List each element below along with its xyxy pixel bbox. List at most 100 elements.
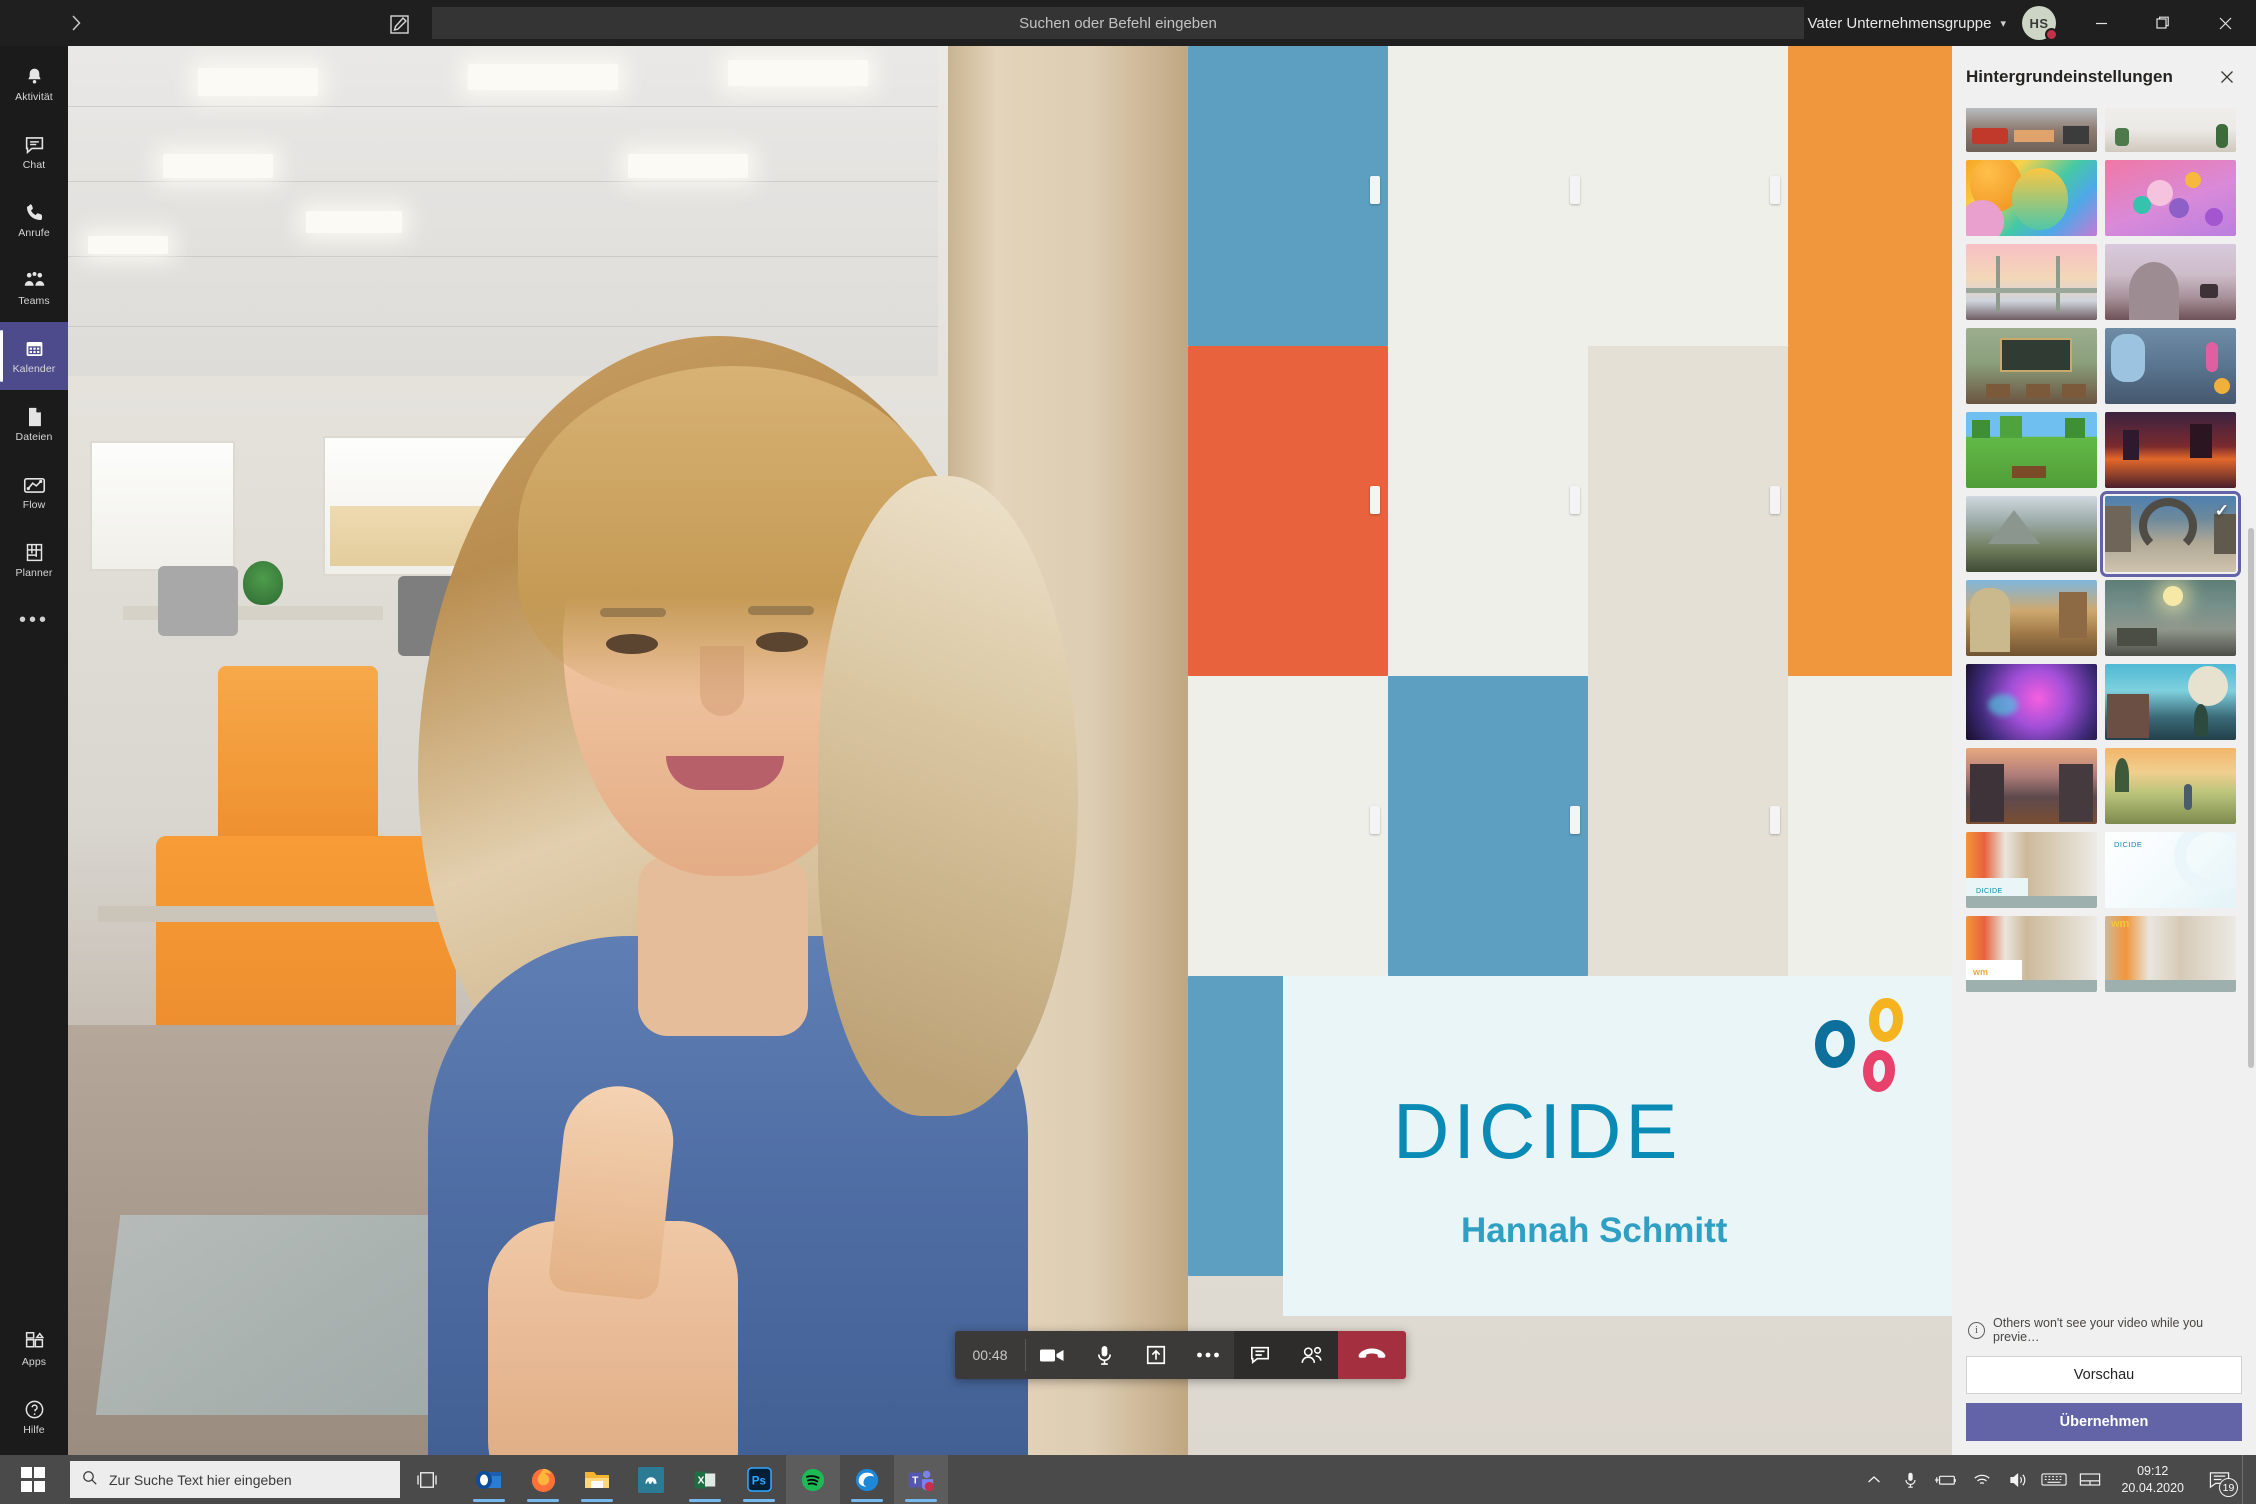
preview-button[interactable]: Vorschau: [1966, 1356, 2242, 1394]
sidebar-item-chat[interactable]: Chat: [0, 118, 68, 186]
show-hidden-icons-icon[interactable]: [1857, 1455, 1891, 1504]
excel-icon[interactable]: X: [678, 1455, 732, 1504]
clock-date: 20.04.2020: [2121, 1480, 2184, 1495]
windows-taskbar: Zur Suche Text hier eingeben X Ps T 09:1…: [0, 1455, 2256, 1504]
tenant-switcher[interactable]: Vater Unternehmensgruppe ▾: [1807, 0, 2006, 46]
thumb-classroom[interactable]: [1966, 328, 2097, 404]
call-controls-secondary: [1234, 1331, 1338, 1379]
show-desktop-button[interactable]: [2242, 1455, 2250, 1504]
action-center-icon[interactable]: 19: [2198, 1455, 2240, 1504]
panel-scrollbar-thumb[interactable]: [2248, 528, 2254, 1068]
taskbar-search-input[interactable]: Zur Suche Text hier eingeben: [70, 1461, 400, 1498]
thumb-office-wm-sign[interactable]: wm: [1966, 916, 2097, 992]
sidebar-item-hilfe[interactable]: Hilfe: [0, 1383, 68, 1451]
thumb-halo-ruins[interactable]: ✓: [2100, 491, 2241, 577]
sidebar-item-dateien[interactable]: Dateien: [0, 390, 68, 458]
task-view-icon[interactable]: [400, 1455, 454, 1504]
thumb-spaceship-interior[interactable]: [2105, 328, 2236, 404]
svg-text:Ps: Ps: [751, 1475, 765, 1487]
sidebar-item-flow[interactable]: Flow: [0, 458, 68, 526]
sidebar-item-kalender[interactable]: Kalender: [0, 322, 68, 390]
thumb-purple-nebula[interactable]: [1966, 664, 2097, 740]
forward-icon[interactable]: [64, 11, 88, 35]
microphone-icon[interactable]: [1078, 1331, 1130, 1379]
call-timer: 00:48: [972, 1347, 1008, 1363]
chat-bubble-icon[interactable]: [1234, 1331, 1286, 1379]
thumb-minecraft-meadow[interactable]: [1966, 412, 2097, 488]
chevron-down-icon: ▾: [2000, 17, 2006, 30]
edge-icon[interactable]: [840, 1455, 894, 1504]
background-thumbnail-grid[interactable]: ✓ DICIDE DICIDE wm wm: [1952, 108, 2256, 1360]
firefox-icon[interactable]: [516, 1455, 570, 1504]
spotify-icon[interactable]: [786, 1455, 840, 1504]
thumb-rainy-street[interactable]: [1966, 748, 2097, 824]
participants-icon[interactable]: [1286, 1331, 1338, 1379]
thumb-moonlit-cliffs[interactable]: [2105, 664, 2236, 740]
sidebar-item-teams[interactable]: Teams: [0, 254, 68, 322]
back-icon[interactable]: chevron-left-icon: [14, 11, 38, 35]
thumb-office-dicide-sign[interactable]: DICIDE: [1966, 832, 2097, 908]
taskbar-search-placeholder: Zur Suche Text hier eingeben: [109, 1471, 292, 1488]
search-icon: [82, 1470, 98, 1489]
windows-start-icon[interactable]: [0, 1455, 66, 1504]
sidebar-item-aktivitaet[interactable]: Aktivität: [0, 50, 68, 118]
wifi-icon[interactable]: [1965, 1455, 1999, 1504]
thumb-mountain-valley[interactable]: [1966, 496, 2097, 572]
thumb-minecraft-nether[interactable]: [2105, 412, 2236, 488]
thumb-office-wm-corner[interactable]: wm: [2105, 916, 2236, 992]
sidebar-more-button[interactable]: •••: [0, 594, 68, 646]
keyboard-icon[interactable]: [2037, 1455, 2071, 1504]
thumb-autumn-vista[interactable]: [2105, 748, 2236, 824]
outlook-icon[interactable]: [462, 1455, 516, 1504]
touchpad-icon[interactable]: [2073, 1455, 2107, 1504]
minimize-button[interactable]: [2070, 0, 2132, 46]
sidebar-item-apps[interactable]: Apps: [0, 1315, 68, 1383]
thumb-office-loft[interactable]: [1966, 108, 2097, 152]
thumb-white-room[interactable]: [2105, 108, 2236, 152]
window-left: [90, 441, 235, 571]
apply-button[interactable]: Übernehmen: [1966, 1403, 2242, 1441]
preview-note-text: Others won't see your video while you pr…: [1993, 1316, 2204, 1344]
participant-video-person: [348, 216, 1088, 1455]
name-card-overlay: DICIDE Hannah Schmitt: [1283, 976, 1952, 1316]
microphone-icon[interactable]: [1893, 1455, 1927, 1504]
thumb-bubbles-pink[interactable]: [2105, 160, 2236, 236]
restore-button[interactable]: [2132, 0, 2194, 46]
taskbar-clock[interactable]: 09:12 20.04.2020: [2109, 1463, 2196, 1497]
photoshop-icon[interactable]: Ps: [732, 1455, 786, 1504]
preview-note: i Others won't see your video while you …: [1966, 1306, 2242, 1356]
search-input[interactable]: Suchen oder Befehl eingeben: [432, 7, 1804, 39]
sidebar-item-anrufe[interactable]: Anrufe: [0, 186, 68, 254]
notification-count-badge: 19: [2219, 1478, 2238, 1497]
thumb-medieval-alley[interactable]: [1966, 580, 2097, 656]
more-options-icon[interactable]: [1182, 1331, 1234, 1379]
panel-header: Hintergrundeinstellungen: [1952, 46, 2256, 108]
close-button[interactable]: [2194, 0, 2256, 46]
file-explorer-icon[interactable]: [570, 1455, 624, 1504]
sidebar-item-planner[interactable]: Planner: [0, 526, 68, 594]
avatar[interactable]: HS: [2022, 6, 2058, 41]
battery-charging-icon[interactable]: [1929, 1455, 1963, 1504]
hangup-icon[interactable]: [1338, 1331, 1406, 1379]
thumb-bridge-illustration[interactable]: [1966, 244, 2097, 320]
thumb-balloons-gradient[interactable]: [1966, 160, 2097, 236]
app-title-bar: chevron-left-icon Suchen oder Befehl ein…: [0, 0, 2256, 46]
camera-icon[interactable]: [1026, 1331, 1078, 1379]
tenant-name: Vater Unternehmensgruppe: [1807, 14, 1992, 32]
volume-icon[interactable]: [2001, 1455, 2035, 1504]
thumb-desert-arch-rover[interactable]: [2105, 244, 2236, 320]
close-icon[interactable]: [2214, 64, 2240, 90]
sidebar-item-label: Planner: [15, 566, 53, 579]
share-screen-icon[interactable]: [1130, 1331, 1182, 1379]
sidebar-item-label: Apps: [21, 1355, 47, 1368]
dog-app-icon[interactable]: [624, 1455, 678, 1504]
thumb-sci-fi-desert-sun[interactable]: [2105, 580, 2236, 656]
planner-icon: [24, 542, 45, 564]
bell-icon: [24, 66, 45, 88]
teams-icon: [23, 270, 46, 292]
thumb-dicide-white-logo[interactable]: DICIDE: [2105, 832, 2236, 908]
compose-icon[interactable]: [386, 11, 412, 37]
teams-icon[interactable]: T: [894, 1455, 948, 1504]
panel-footer: i Others won't see your video while you …: [1952, 1306, 2256, 1455]
chat-icon: [24, 134, 45, 156]
